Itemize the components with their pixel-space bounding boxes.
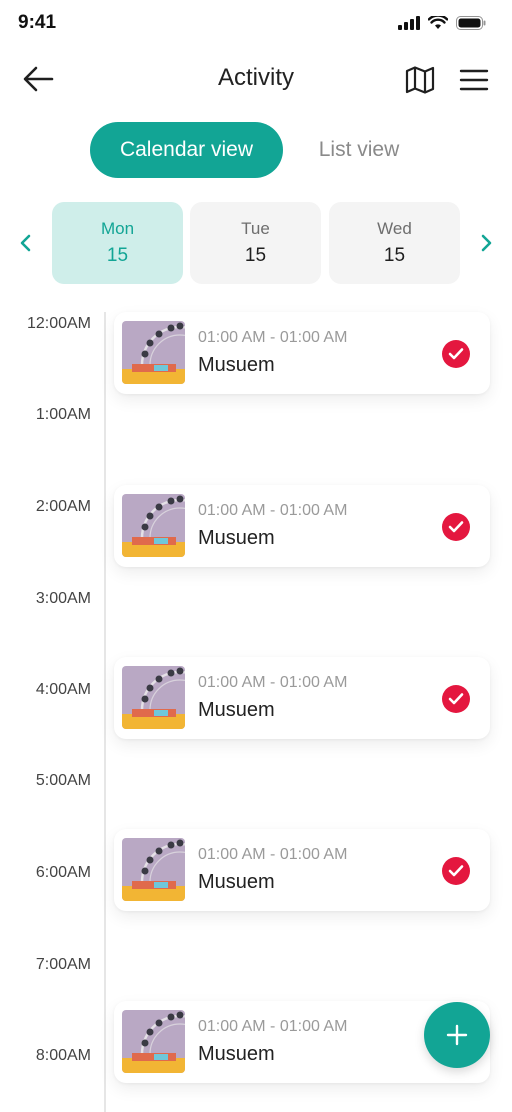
event-time: 01:00 AM - 01:00 AM [198, 1018, 348, 1035]
timeline: 12:00AM 1:00AM 2:00AM 3:00AM 4:00AM 5:00… [0, 300, 512, 1112]
event-title: Musuem [198, 354, 275, 376]
calendar-view-tab[interactable]: Calendar view [90, 122, 283, 178]
hour-label: 5:00AM [35, 772, 91, 789]
day-strip: Mon 15 Tue 15 Wed 15 [0, 202, 512, 284]
ferris-wheel-image [122, 1010, 185, 1073]
status-time: 9:41 [18, 12, 57, 33]
event-thumbnail [122, 838, 185, 901]
event-title: Musuem [198, 871, 275, 893]
add-activity-button[interactable] [424, 1002, 490, 1068]
event-thumbnail [122, 321, 185, 384]
check-icon [448, 865, 464, 877]
ferris-wheel-image [122, 321, 185, 384]
day-card-wed[interactable]: Wed 15 [329, 202, 460, 284]
map-button[interactable] [404, 64, 436, 96]
event-title: Musuem [198, 1043, 275, 1065]
day-name: Wed [377, 219, 412, 238]
view-toggle: Calendar view List view [0, 122, 512, 178]
hour-label: 1:00AM [35, 406, 91, 423]
event-title: Musuem [198, 699, 275, 721]
hour-label: 2:00AM [35, 498, 91, 515]
completed-check[interactable] [442, 685, 470, 713]
day-card-mon[interactable]: Mon 15 [52, 202, 183, 284]
event-time: 01:00 AM - 01:00 AM [198, 502, 348, 519]
list-view-tab[interactable]: List view [290, 122, 428, 178]
event-card[interactable]: 01:00 AM - 01:00 AM Musuem [114, 829, 490, 911]
menu-button[interactable] [458, 66, 490, 94]
hour-label: 12:00AM [26, 315, 91, 332]
check-icon [448, 693, 464, 705]
event-thumbnail [122, 494, 185, 557]
signal-icon [398, 16, 420, 30]
hour-label: 6:00AM [35, 864, 91, 881]
header: Activity [0, 52, 512, 108]
day-card-tue[interactable]: Tue 15 [190, 202, 321, 284]
hour-label: 8:00AM [35, 1047, 91, 1064]
day-number: 15 [244, 245, 267, 266]
event-card[interactable]: 01:00 AM - 01:00 AM Musuem [114, 312, 490, 394]
status-icons [398, 16, 486, 30]
ferris-wheel-image [122, 838, 185, 901]
event-time: 01:00 AM - 01:00 AM [198, 846, 348, 863]
chevron-left-icon [20, 234, 31, 252]
event-title: Musuem [198, 527, 275, 549]
event-thumbnail [122, 666, 185, 729]
chevron-right-icon [481, 234, 492, 252]
hour-label: 4:00AM [35, 681, 91, 698]
map-icon [405, 66, 435, 94]
next-day-button[interactable] [476, 228, 496, 258]
day-number: 15 [383, 245, 406, 266]
day-name: Tue [241, 219, 270, 238]
completed-check[interactable] [442, 340, 470, 368]
day-name: Mon [100, 219, 135, 238]
event-card[interactable]: 01:00 AM - 01:00 AM Musuem [114, 485, 490, 567]
event-card[interactable]: 01:00 AM - 01:00 AM Musuem [114, 657, 490, 739]
ferris-wheel-image [122, 666, 185, 729]
event-time: 01:00 AM - 01:00 AM [198, 674, 348, 691]
wifi-icon [428, 16, 448, 29]
day-number: 15 [106, 245, 129, 266]
event-time: 01:00 AM - 01:00 AM [198, 329, 348, 346]
hamburger-icon [459, 69, 489, 91]
event-thumbnail [122, 1010, 185, 1073]
timeline-divider [104, 312, 106, 1112]
prev-day-button[interactable] [16, 228, 36, 258]
battery-icon [456, 16, 486, 30]
plus-icon [446, 1024, 468, 1046]
check-icon [448, 521, 464, 533]
completed-check[interactable] [442, 513, 470, 541]
check-icon [448, 348, 464, 360]
completed-check[interactable] [442, 857, 470, 885]
hour-label: 7:00AM [35, 956, 91, 973]
ferris-wheel-image [122, 494, 185, 557]
status-bar: 9:41 [0, 0, 512, 48]
hour-label: 3:00AM [35, 590, 91, 607]
